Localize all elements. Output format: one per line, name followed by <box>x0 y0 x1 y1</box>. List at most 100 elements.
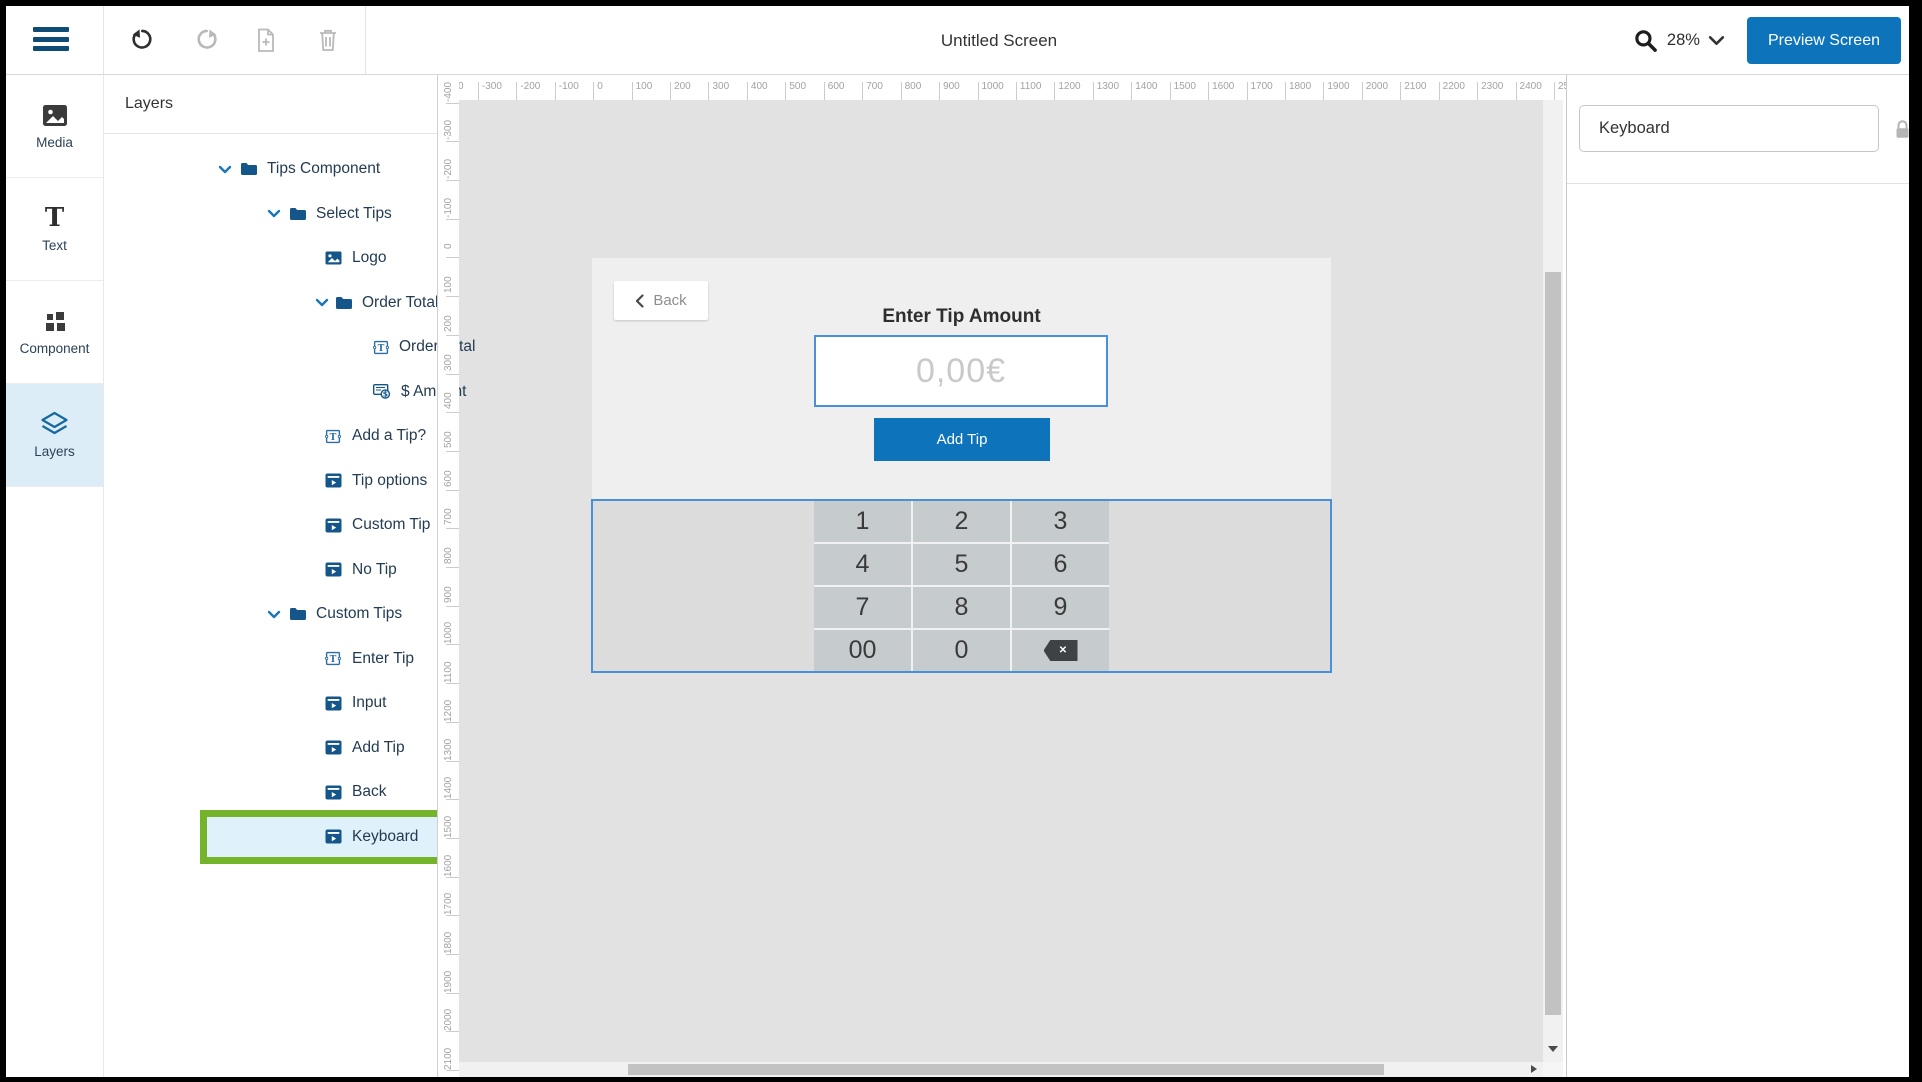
component-layer-icon <box>324 696 342 711</box>
sidebar-item-media[interactable]: Media <box>6 75 103 178</box>
layer-row-add-tip[interactable]: Add Tip <box>104 726 437 771</box>
layer-row-tips-component[interactable]: Tips Component <box>104 147 437 192</box>
zoom-search-icon[interactable] <box>1633 28 1658 53</box>
scroll-down-arrow-icon[interactable] <box>1548 1046 1558 1052</box>
ruler-label: 1300 <box>1097 81 1119 92</box>
scroll-right-arrow-icon[interactable] <box>1531 1065 1537 1073</box>
horizontal-scrollbar[interactable] <box>459 1062 1543 1077</box>
layer-label: Add a Tip? <box>352 427 426 445</box>
component-icon <box>42 308 67 334</box>
sidebar-item-layers[interactable]: Layers <box>6 384 103 487</box>
layer-row-add-a-tip[interactable]: T Add a Tip? <box>104 414 437 459</box>
keyboard-selection-region[interactable]: 123456789000✕ <box>591 499 1332 673</box>
key-0[interactable]: 0 <box>913 630 1010 671</box>
vertical-scrollbar[interactable] <box>1543 100 1563 1062</box>
key-4[interactable]: 4 <box>814 544 911 585</box>
preview-screen-button[interactable]: Preview Screen <box>1747 17 1901 64</box>
ruler-label: 2200 <box>1443 81 1465 92</box>
add-tip-button[interactable]: Add Tip <box>874 418 1050 461</box>
sidebar-item-text[interactable]: TText <box>6 178 103 281</box>
layer-row-custom-tips[interactable]: Custom Tips <box>104 592 437 637</box>
chevron-down-icon[interactable] <box>266 610 282 619</box>
ruler-label: 1000 <box>982 81 1004 92</box>
key-00[interactable]: 00 <box>814 630 911 671</box>
layer-row-enter-tip[interactable]: TEnter Tip <box>104 637 437 682</box>
layer-row-order-total[interactable]: Order Total <box>104 281 437 326</box>
layer-row-no-tip[interactable]: No Tip <box>104 548 437 593</box>
layer-name-input[interactable] <box>1579 105 1879 152</box>
layer-row-amount[interactable]: $$ Amount <box>104 370 437 415</box>
zoom-level[interactable]: 28% <box>1667 31 1700 50</box>
ruler-tick <box>1362 82 1363 100</box>
layer-row-keyboard[interactable]: Keyboard <box>104 815 437 860</box>
undo-button[interactable] <box>127 26 157 54</box>
vertical-scrollbar-thumb[interactable] <box>1545 272 1561 1015</box>
zoom-chevron-down-icon[interactable] <box>1708 35 1725 46</box>
layer-label: Select Tips <box>316 205 392 223</box>
key-label: 9 <box>1054 593 1068 622</box>
layer-row-select-tips[interactable]: Select Tips <box>104 192 437 237</box>
ruler-tick <box>901 82 902 100</box>
duplicate-page-button[interactable] <box>251 26 281 54</box>
lock-icon[interactable] <box>1894 119 1909 140</box>
ruler-label: 700 <box>438 500 459 534</box>
chevron-down-icon[interactable] <box>266 209 282 218</box>
layer-row-input[interactable]: Input <box>104 681 437 726</box>
delete-button[interactable] <box>313 26 343 54</box>
ruler-label: -100 <box>438 191 459 225</box>
key-label: 7 <box>856 593 870 622</box>
ruler-label: 1300 <box>438 733 459 767</box>
svg-text:$: $ <box>383 390 388 399</box>
layer-row-logo[interactable]: Logo <box>104 236 437 281</box>
horizontal-scrollbar-thumb[interactable] <box>628 1064 1384 1075</box>
redo-button[interactable] <box>192 26 222 54</box>
ruler-label: -400 <box>459 81 464 92</box>
chevron-down-icon[interactable] <box>315 298 329 307</box>
ruler-label: 900 <box>943 81 960 92</box>
layers-icon <box>39 411 70 437</box>
trash-icon <box>318 28 338 52</box>
key-2[interactable]: 2 <box>913 501 1010 542</box>
sidebar-item-label: Text <box>42 238 67 253</box>
backspace-icon: ✕ <box>1044 640 1078 661</box>
ruler-label: 700 <box>866 81 883 92</box>
key-label: 00 <box>849 636 877 665</box>
ruler-tick <box>708 82 709 100</box>
layers-panel-title: Layers <box>104 75 437 134</box>
layer-row-tip-options[interactable]: Tip options <box>104 459 437 504</box>
key-7[interactable]: 7 <box>814 587 911 628</box>
layer-label: Order Total <box>362 294 438 312</box>
key-1[interactable]: 1 <box>814 501 911 542</box>
layer-label: Keyboard <box>352 828 418 846</box>
key-label: 3 <box>1054 507 1068 536</box>
key-6[interactable]: 6 <box>1012 544 1109 585</box>
ruler-label: 500 <box>789 81 806 92</box>
ruler-tick <box>1516 82 1517 100</box>
key-5[interactable]: 5 <box>913 544 1010 585</box>
layer-row-order-total[interactable]: TOrder Total <box>104 325 437 370</box>
panel-divider <box>1567 183 1909 184</box>
backspace-key[interactable]: ✕ <box>1012 630 1109 671</box>
horizontal-ruler: -400-300-200-100010020030040050060070080… <box>459 75 1566 100</box>
key-8[interactable]: 8 <box>913 587 1010 628</box>
tip-amount-input[interactable]: 0,00€ <box>814 335 1108 407</box>
new-page-icon <box>256 28 276 53</box>
key-3[interactable]: 3 <box>1012 501 1109 542</box>
layer-row-back[interactable]: Back <box>104 770 437 815</box>
menu-bar <box>33 37 69 42</box>
chevron-down-icon[interactable] <box>217 165 233 174</box>
ruler-label: 1200 <box>438 694 459 728</box>
component-layer-icon <box>324 785 342 800</box>
media-icon <box>42 102 68 128</box>
key-label: 1 <box>856 507 870 536</box>
menu-button[interactable] <box>33 27 69 51</box>
layer-row-custom-tip[interactable]: Custom Tip <box>104 503 437 548</box>
svg-text:T: T <box>330 433 337 443</box>
ruler-label: 0 <box>438 229 459 263</box>
ruler-label: 1800 <box>438 926 459 960</box>
sidebar-item-component[interactable]: Component <box>6 281 103 384</box>
ruler-tick <box>478 82 479 100</box>
design-canvas[interactable]: Back Enter Tip Amount 0,00€ Add Tip 1234… <box>459 100 1543 1062</box>
key-9[interactable]: 9 <box>1012 587 1109 628</box>
layer-label: No Tip <box>352 561 397 579</box>
